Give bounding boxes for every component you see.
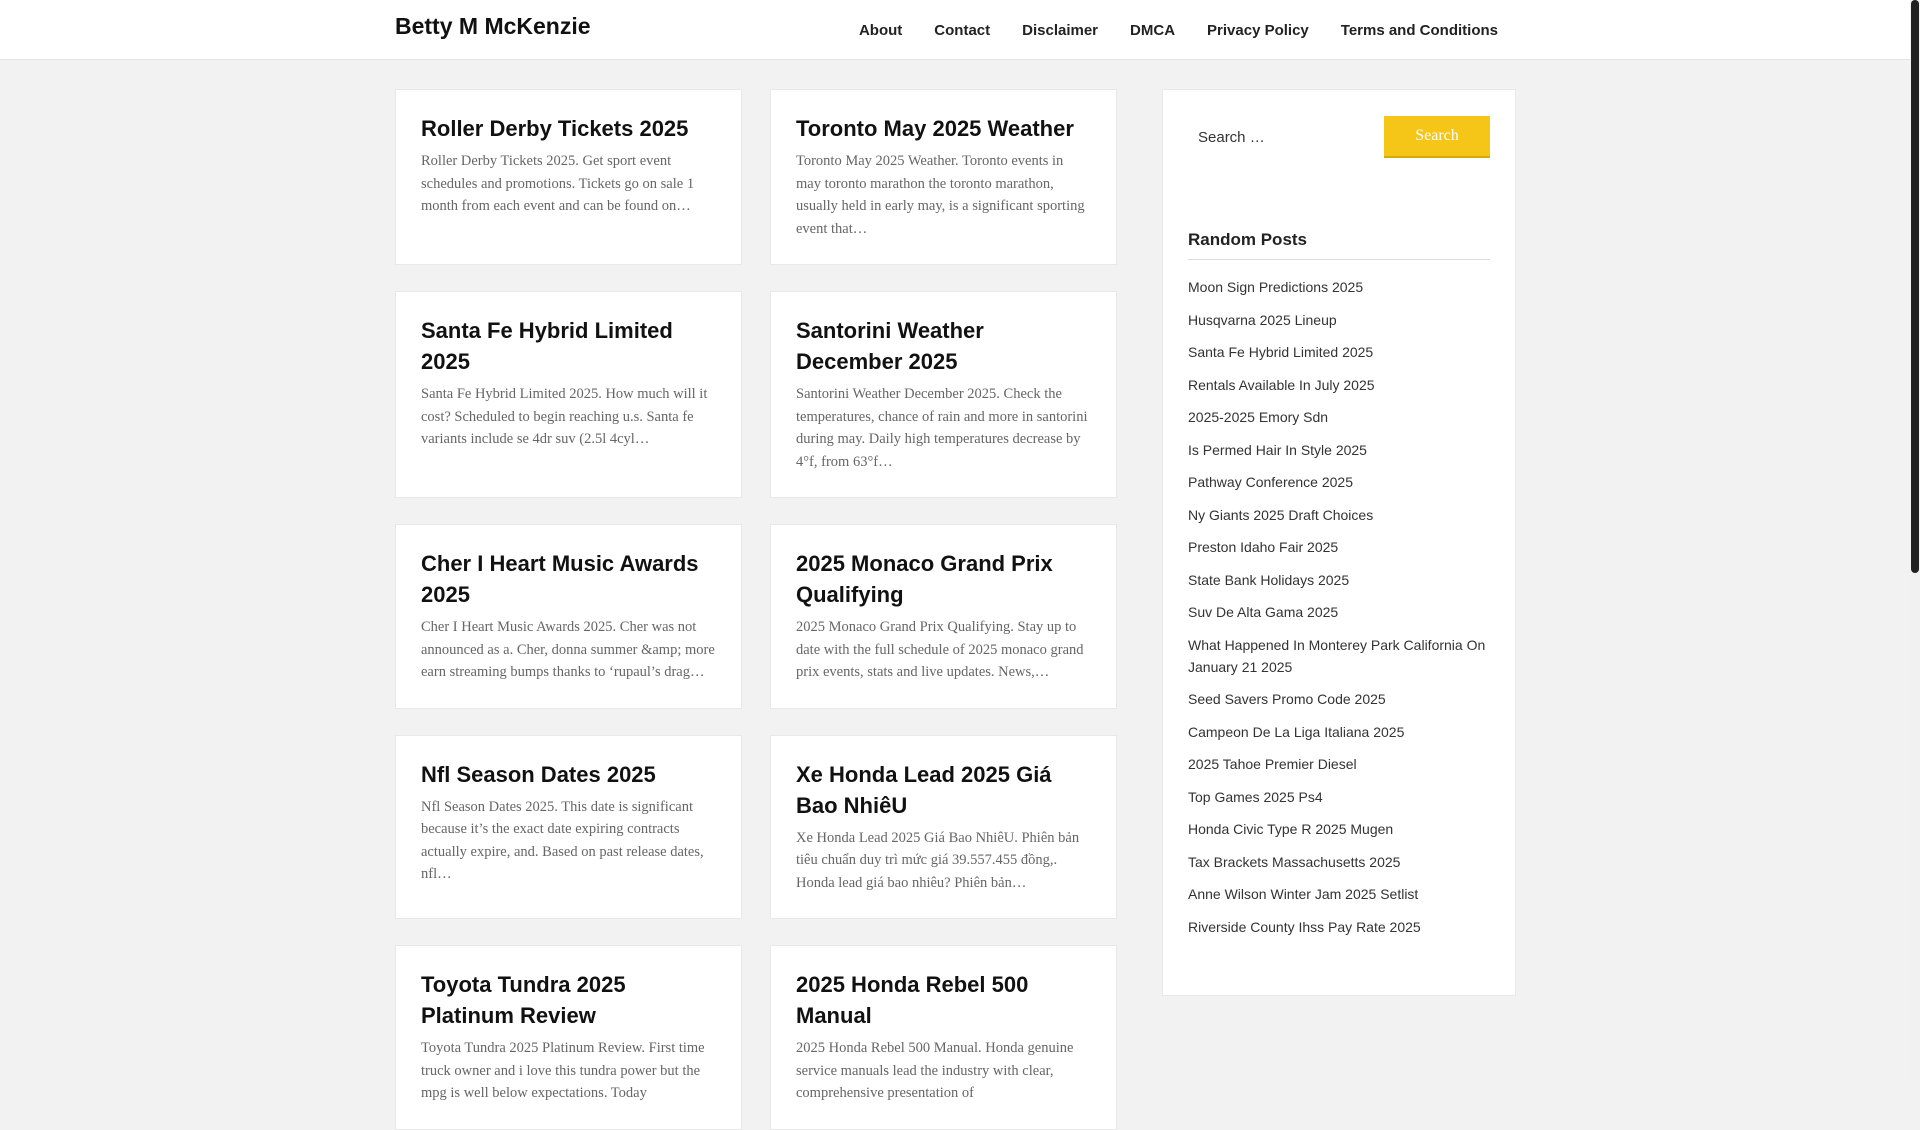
list-item: Seed Savers Promo Code 2025 [1188,688,1490,710]
random-post-link[interactable]: Ny Giants 2025 Draft Choices [1188,507,1373,523]
post-excerpt: Cher I Heart Music Awards 2025. Cher was… [421,619,715,680]
post-excerpt: Nfl Season Dates 2025. This date is sign… [421,798,704,883]
list-item: Tax Brackets Massachusetts 2025 [1188,851,1490,873]
post-card: 2025 Monaco Grand Prix Qualifying 2025 M… [770,524,1117,709]
list-item: Anne Wilson Winter Jam 2025 Setlist [1188,883,1490,905]
random-post-link[interactable]: Seed Savers Promo Code 2025 [1188,691,1386,707]
post-card: Roller Derby Tickets 2025 Roller Derby T… [395,89,742,265]
nav-about[interactable]: About [859,22,902,39]
post-excerpt: 2025 Honda Rebel 500 Manual. Honda genui… [796,1040,1074,1101]
post-card: Cher I Heart Music Awards 2025 Cher I He… [395,524,742,709]
post-card: Toronto May 2025 Weather Toronto May 202… [770,89,1117,265]
post-title[interactable]: Cher I Heart Music Awards 2025 [421,548,716,610]
list-item: Preston Idaho Fair 2025 [1188,536,1490,558]
list-item: Rentals Available In July 2025 [1188,374,1490,396]
list-item: Pathway Conference 2025 [1188,471,1490,493]
post-card: Santorini Weather December 2025 Santorin… [770,291,1117,498]
random-post-link[interactable]: Moon Sign Predictions 2025 [1188,279,1363,295]
nav-privacy-policy[interactable]: Privacy Policy [1207,22,1309,39]
sidebar: Search Random Posts Moon Sign Prediction… [1162,89,1516,996]
list-item: What Happened In Monterey Park Californi… [1188,634,1490,678]
random-posts-list: Moon Sign Predictions 2025 Husqvarna 202… [1188,276,1490,938]
list-item: Moon Sign Predictions 2025 [1188,276,1490,298]
random-posts-title: Random Posts [1188,230,1490,260]
search-input[interactable] [1188,117,1373,157]
nav-contact[interactable]: Contact [934,22,990,39]
list-item: Top Games 2025 Ps4 [1188,786,1490,808]
post-excerpt: Toronto May 2025 Weather. Toronto events… [796,153,1085,237]
site-title[interactable]: Betty M McKenzie [395,13,591,40]
list-item: Is Permed Hair In Style 2025 [1188,439,1490,461]
post-excerpt: Xe Honda Lead 2025 Giá Bao NhiêU. Phiên … [796,829,1080,891]
post-title[interactable]: 2025 Honda Rebel 500 Manual [796,969,1091,1031]
post-card: Xe Honda Lead 2025 Giá Bao NhiêU Xe Hond… [770,734,1117,919]
random-post-link[interactable]: Tax Brackets Massachusetts 2025 [1188,854,1400,870]
list-item: 2025 Tahoe Premier Diesel [1188,753,1490,775]
search-form: Search [1188,116,1490,158]
list-item: Honda Civic Type R 2025 Mugen [1188,818,1490,840]
random-post-link[interactable]: Honda Civic Type R 2025 Mugen [1188,821,1393,837]
random-post-link[interactable]: What Happened In Monterey Park Californi… [1188,637,1485,675]
nav-terms-and-conditions[interactable]: Terms and Conditions [1341,22,1498,39]
list-item: Husqvarna 2025 Lineup [1188,309,1490,331]
main-nav: About Contact Disclaimer DMCA Privacy Po… [827,0,1498,60]
list-item: 2025-2025 Emory Sdn [1188,406,1490,428]
random-post-link[interactable]: Pathway Conference 2025 [1188,474,1353,490]
post-card: Toyota Tundra 2025 Platinum Review Toyot… [395,945,742,1130]
list-item: Riverside County Ihss Pay Rate 2025 [1188,916,1490,938]
nav-disclaimer[interactable]: Disclaimer [1022,22,1098,39]
scrollbar[interactable] [1910,0,1920,1080]
post-card: 2025 Honda Rebel 500 Manual 2025 Honda R… [770,945,1117,1130]
random-post-link[interactable]: Anne Wilson Winter Jam 2025 Setlist [1188,886,1418,902]
random-post-link[interactable]: Santa Fe Hybrid Limited 2025 [1188,344,1373,360]
random-post-link[interactable]: Riverside County Ihss Pay Rate 2025 [1188,919,1421,935]
nav-dmca[interactable]: DMCA [1130,22,1175,39]
post-title[interactable]: Santorini Weather December 2025 [796,315,1091,377]
random-post-link[interactable]: Rentals Available In July 2025 [1188,377,1375,393]
list-item: Santa Fe Hybrid Limited 2025 [1188,341,1490,363]
random-post-link[interactable]: 2025-2025 Emory Sdn [1188,409,1328,425]
random-post-link[interactable]: Is Permed Hair In Style 2025 [1188,442,1367,458]
list-item: Campeon De La Liga Italiana 2025 [1188,721,1490,743]
post-title[interactable]: Santa Fe Hybrid Limited 2025 [421,315,716,377]
post-title[interactable]: Toyota Tundra 2025 Platinum Review [421,969,716,1031]
list-item: Suv De Alta Gama 2025 [1188,601,1490,623]
list-item: Ny Giants 2025 Draft Choices [1188,504,1490,526]
post-title[interactable]: Xe Honda Lead 2025 Giá Bao NhiêU [796,759,1091,821]
site-header: Betty M McKenzie About Contact Disclaime… [0,0,1910,60]
post-excerpt: 2025 Monaco Grand Prix Qualifying. Stay … [796,619,1084,680]
post-title[interactable]: 2025 Monaco Grand Prix Qualifying [796,548,1091,610]
random-post-link[interactable]: Preston Idaho Fair 2025 [1188,539,1338,555]
search-button[interactable]: Search [1384,116,1490,158]
random-post-link[interactable]: State Bank Holidays 2025 [1188,572,1349,588]
random-post-link[interactable]: Suv De Alta Gama 2025 [1188,604,1338,620]
scrollbar-thumb[interactable] [1911,0,1919,573]
list-item: State Bank Holidays 2025 [1188,569,1490,591]
post-title[interactable]: Nfl Season Dates 2025 [421,759,716,790]
post-excerpt: Toyota Tundra 2025 Platinum Review. Firs… [421,1040,705,1101]
random-post-link[interactable]: Husqvarna 2025 Lineup [1188,312,1337,328]
post-title[interactable]: Toronto May 2025 Weather [796,113,1091,144]
post-card: Santa Fe Hybrid Limited 2025 Santa Fe Hy… [395,291,742,498]
random-post-link[interactable]: 2025 Tahoe Premier Diesel [1188,756,1357,772]
posts-grid: Roller Derby Tickets 2025 Roller Derby T… [395,89,1117,1130]
random-post-link[interactable]: Campeon De La Liga Italiana 2025 [1188,724,1404,740]
post-excerpt: Roller Derby Tickets 2025. Get sport eve… [421,153,695,214]
post-excerpt: Santa Fe Hybrid Limited 2025. How much w… [421,386,708,447]
post-card: Nfl Season Dates 2025 Nfl Season Dates 2… [395,734,742,919]
post-excerpt: Santorini Weather December 2025. Check t… [796,386,1088,470]
post-title[interactable]: Roller Derby Tickets 2025 [421,113,716,144]
random-post-link[interactable]: Top Games 2025 Ps4 [1188,789,1323,805]
